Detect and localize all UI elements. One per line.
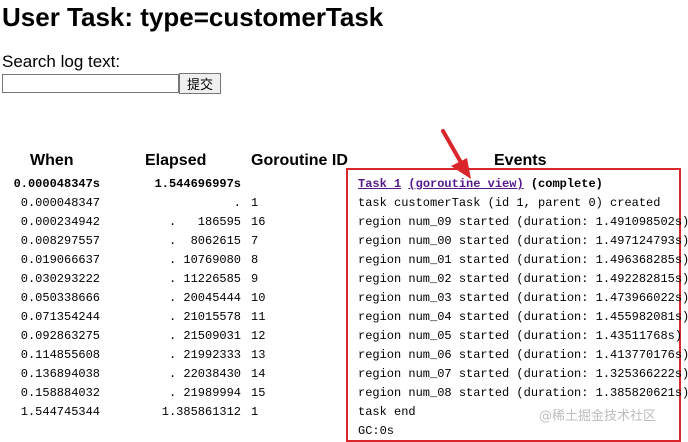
row-goroutine-id: 16 bbox=[251, 215, 266, 229]
row-when: 0.071354244 bbox=[20, 310, 100, 324]
row-event: region num_02 started (duration: 1.49228… bbox=[358, 272, 688, 286]
row-when: 0.008297557 bbox=[20, 234, 100, 248]
header-when: When bbox=[30, 152, 74, 169]
row-when: 0.000048347 bbox=[20, 196, 100, 210]
row-event: region num_05 started (duration: 1.43511… bbox=[358, 329, 683, 343]
row-elapsed: . 21992333 bbox=[168, 348, 241, 362]
row-event: region num_06 started (duration: 1.41377… bbox=[358, 348, 688, 362]
row-when: 0.030293222 bbox=[20, 272, 100, 286]
row-event: region num_07 started (duration: 1.32536… bbox=[358, 367, 688, 381]
row-event: region num_03 started (duration: 1.47396… bbox=[358, 291, 688, 305]
row-goroutine-id: 9 bbox=[251, 272, 259, 286]
watermark: @稀土掘金技术社区 bbox=[539, 409, 657, 424]
row-elapsed: . bbox=[233, 196, 241, 210]
row-when: 0.050338666 bbox=[20, 291, 100, 305]
task-status: (complete) bbox=[530, 177, 603, 191]
row-goroutine-id: 14 bbox=[251, 367, 266, 381]
row-elapsed: . 186595 bbox=[168, 215, 241, 229]
row-goroutine-id: 15 bbox=[251, 386, 266, 400]
submit-button[interactable]: 提交 bbox=[179, 73, 221, 94]
row-when: 0.114855608 bbox=[20, 348, 100, 362]
row-goroutine-id: 8 bbox=[251, 253, 259, 267]
row-when: 0.000234942 bbox=[20, 215, 100, 229]
row-when: 0.092863275 bbox=[20, 329, 100, 343]
row-elapsed: . 21989994 bbox=[168, 386, 241, 400]
row-goroutine-id: 10 bbox=[251, 291, 266, 305]
row-event: region num_09 started (duration: 1.49109… bbox=[358, 215, 688, 229]
row-elapsed bbox=[140, 422, 241, 441]
row-when bbox=[0, 422, 100, 441]
goroutine-view-link[interactable]: (goroutine view) bbox=[408, 177, 523, 191]
row-elapsed: . 20045444 bbox=[168, 291, 241, 305]
row-goroutine-id: 1 bbox=[251, 405, 259, 419]
row-event: region num_08 started (duration: 1.38582… bbox=[358, 386, 688, 400]
row-elapsed: . 8062615 bbox=[168, 234, 241, 248]
row-goroutine-id: 13 bbox=[251, 348, 266, 362]
row-when: 1.544745344 bbox=[20, 405, 100, 419]
row-event: GC:0s bbox=[358, 424, 395, 438]
row-event: region num_04 started (duration: 1.45598… bbox=[358, 310, 688, 324]
row-elapsed: . 22038430 bbox=[168, 367, 241, 381]
row-event: task customerTask (id 1, parent 0) creat… bbox=[358, 196, 661, 210]
row-when: 0.019066637 bbox=[20, 253, 100, 267]
row-event: task end bbox=[358, 405, 416, 419]
header-goroutine-id: Goroutine ID bbox=[251, 152, 348, 169]
row-when: 0.136894038 bbox=[20, 367, 100, 381]
row-elapsed: . 21015578 bbox=[168, 310, 241, 324]
page-title: User Task: type=customerTask bbox=[2, 2, 384, 32]
task-link[interactable]: Task 1 bbox=[358, 177, 401, 191]
search-input[interactable] bbox=[2, 74, 179, 93]
row-elapsed: . 11226585 bbox=[168, 272, 241, 286]
row-goroutine-id: 1 bbox=[251, 196, 259, 210]
task-elapsed: 1.544696997s bbox=[154, 177, 241, 191]
row-elapsed: 1.385861312 bbox=[161, 405, 241, 419]
header-elapsed: Elapsed bbox=[145, 152, 207, 169]
search-label: Search log text: bbox=[2, 52, 121, 71]
row-when: 0.158884032 bbox=[20, 386, 100, 400]
row-goroutine-id: 11 bbox=[251, 310, 266, 324]
task-when: 0.000048347s bbox=[13, 177, 100, 191]
row-goroutine-id: 12 bbox=[251, 329, 266, 343]
task-event: Task 1 (goroutine view) (complete) bbox=[358, 175, 603, 194]
row-goroutine-id bbox=[251, 422, 311, 441]
row-goroutine-id: 7 bbox=[251, 234, 259, 248]
row-elapsed: . 21509031 bbox=[168, 329, 241, 343]
row-event: region num_01 started (duration: 1.49636… bbox=[358, 253, 688, 267]
row-event: region num_00 started (duration: 1.49712… bbox=[358, 234, 688, 248]
row-elapsed: . 10769080 bbox=[168, 253, 241, 267]
